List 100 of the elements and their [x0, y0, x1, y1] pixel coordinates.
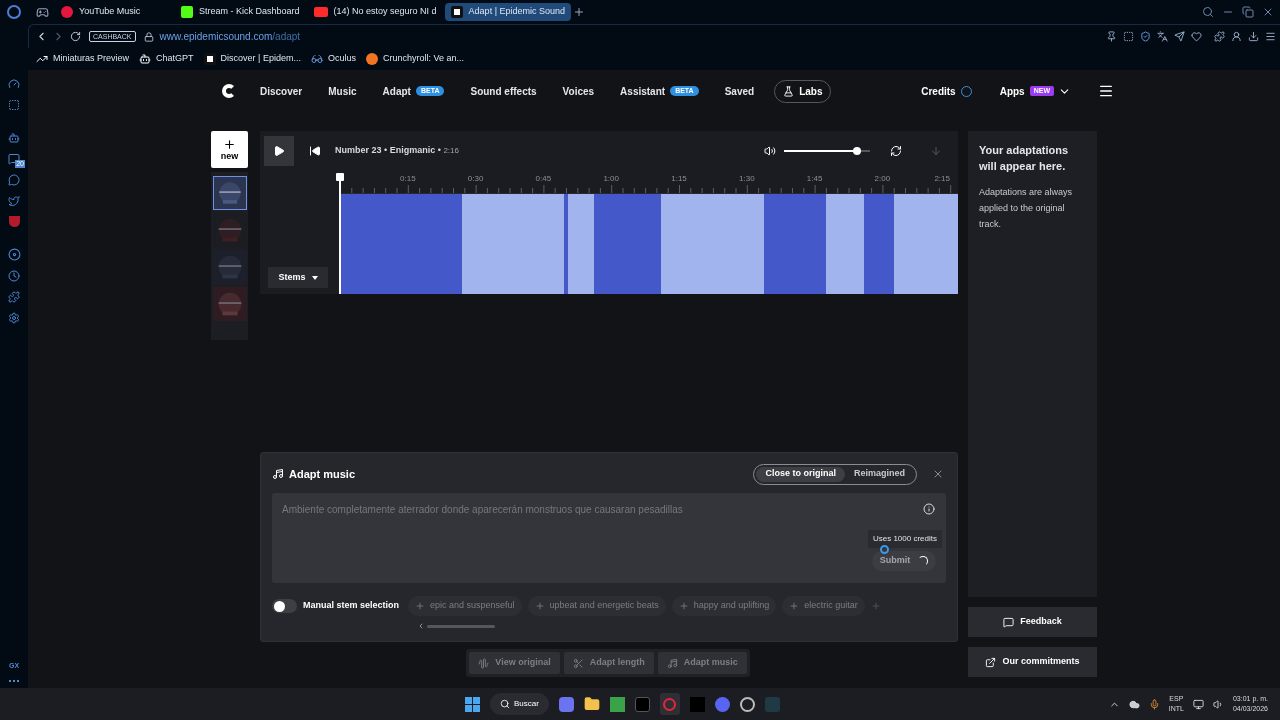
bookmark[interactable]: Discover | Epidem... [203, 52, 301, 66]
mode-option[interactable]: Close to original [756, 466, 845, 482]
volume-icon[interactable] [1212, 698, 1224, 710]
time-label: 2:00 [874, 173, 891, 185]
restore-icon[interactable] [1242, 6, 1254, 18]
time-label: 1:00 [603, 173, 619, 185]
skip-back-icon[interactable] [309, 145, 321, 157]
snapshot-icon[interactable] [1123, 31, 1134, 42]
record-icon[interactable] [739, 696, 755, 712]
submit-button[interactable]: Submit [872, 551, 936, 571]
scrollbar-thumb[interactable] [427, 624, 495, 628]
volume-thumb[interactable] [853, 147, 862, 155]
browser-tab[interactable]: Adapt | Epidemic Sound [444, 3, 571, 21]
bookmark[interactable]: ChatGPT [139, 52, 194, 66]
microphone-icon[interactable] [1148, 698, 1160, 710]
volume-icon[interactable] [764, 145, 776, 157]
extensions-icon[interactable] [1214, 31, 1225, 42]
shield-icon[interactable] [8, 216, 20, 227]
logo-icon[interactable] [222, 84, 236, 98]
play-icon [273, 145, 285, 157]
adaptations-text: Adaptations are always applied to the original track. [979, 186, 1074, 231]
music-icon [272, 468, 284, 480]
nav-link[interactable]: Voices [562, 83, 595, 99]
new-tab-icon[interactable] [573, 6, 585, 18]
shield-icon[interactable] [1140, 31, 1151, 42]
cursor-icon [880, 545, 889, 554]
bookmark[interactable]: Crunchyroll: Ve an... [365, 52, 464, 66]
plus-icon [534, 601, 545, 611]
scroll-left-icon[interactable] [417, 622, 425, 630]
new-button[interactable]: new [211, 131, 248, 168]
external-link-icon [985, 656, 997, 668]
time-label: 2:15 [934, 173, 950, 185]
epidemic-logo-icon [203, 53, 216, 65]
network-icon[interactable] [1192, 698, 1204, 710]
track-info: Number 23 • Enigmanic • 2:16 [335, 144, 459, 158]
time-label: 0:30 [467, 173, 484, 185]
toggle-switch[interactable] [272, 599, 297, 613]
toggle-label: Manual stem selection [303, 599, 400, 613]
send-icon[interactable] [1174, 31, 1185, 42]
apps-link[interactable]: Apps [999, 83, 1025, 99]
loop-icon[interactable] [890, 145, 902, 157]
pin-icon[interactable] [1106, 31, 1117, 42]
close-icon[interactable] [932, 468, 944, 480]
windows-start-icon[interactable] [465, 696, 480, 712]
glasses-icon [310, 53, 323, 65]
epidemic-logo-icon [450, 6, 463, 18]
bird-icon[interactable] [8, 195, 20, 207]
translate-icon[interactable] [1157, 31, 1168, 42]
nav-link[interactable]: Sound effects [470, 83, 537, 99]
settings-icon[interactable] [8, 312, 20, 324]
bot-icon[interactable] [8, 132, 20, 144]
track-thumbnail[interactable] [212, 287, 247, 321]
download-icon[interactable] [1248, 31, 1259, 42]
screenshot-icon[interactable] [8, 99, 20, 111]
commitments-button[interactable]: Our commitments [968, 647, 1097, 677]
feedback-button[interactable]: Feedback [968, 607, 1097, 637]
nav-link[interactable]: Discover [260, 83, 303, 99]
menu-icon[interactable] [1098, 83, 1114, 99]
nav-link[interactable]: Music [328, 83, 357, 99]
browser-logo-icon[interactable] [7, 5, 21, 19]
menu-icon[interactable] [1265, 31, 1276, 42]
browser-icon[interactable] [659, 693, 680, 715]
browser-tab[interactable]: Stream - Kick Dashboard [175, 3, 306, 21]
history-icon[interactable] [8, 270, 20, 282]
credits-link[interactable]: Credits [921, 83, 956, 99]
mode-option[interactable]: Reimagined [845, 466, 914, 482]
gamepad-icon[interactable] [36, 5, 49, 19]
flask-icon [783, 85, 795, 97]
close-icon[interactable] [1262, 6, 1274, 18]
message-icon[interactable] [8, 174, 20, 186]
search-icon [500, 699, 510, 709]
stems-button[interactable]: Stems [268, 267, 328, 288]
plus-icon [223, 138, 236, 151]
prompt-field[interactable]: Ambiente completamente aterrador donde aparecerán monstruos que causaran pesadillas Uses 1000 credits Submit [272, 493, 946, 583]
taskbar-search[interactable]: Buscar [490, 693, 549, 715]
folder-icon[interactable] [583, 696, 600, 712]
extensions-icon[interactable] [8, 291, 20, 303]
video-icon [313, 7, 328, 17]
nav-link[interactable]: Saved [724, 83, 755, 99]
reload-icon[interactable] [70, 31, 81, 42]
track-thumbnail[interactable] [212, 250, 247, 284]
url-field[interactable]: www.epidemicsound.com/adapt [159, 29, 301, 44]
track-thumbnail[interactable] [212, 176, 247, 210]
speed-dial-icon[interactable] [8, 78, 20, 90]
waveform-icon [478, 657, 490, 669]
browser-tab[interactable]: (14) No estoy seguro NI d [307, 3, 443, 21]
disc-icon[interactable] [7, 248, 21, 261]
bookmark[interactable]: Miniaturas Preview [36, 52, 130, 66]
browser-tab[interactable]: YouTube Music [55, 3, 173, 21]
play-button[interactable] [264, 136, 294, 166]
cloud-icon[interactable] [1128, 698, 1140, 710]
music-icon [61, 6, 73, 18]
search-icon[interactable] [1202, 6, 1214, 18]
info-icon[interactable] [923, 503, 935, 515]
profile-icon[interactable] [1231, 31, 1242, 42]
bookmark[interactable]: Oculus [310, 52, 356, 66]
heart-icon[interactable] [1191, 31, 1202, 42]
crunchyroll-icon [365, 53, 378, 65]
time-label: 1:45 [806, 173, 823, 185]
scissors-icon [572, 657, 584, 669]
